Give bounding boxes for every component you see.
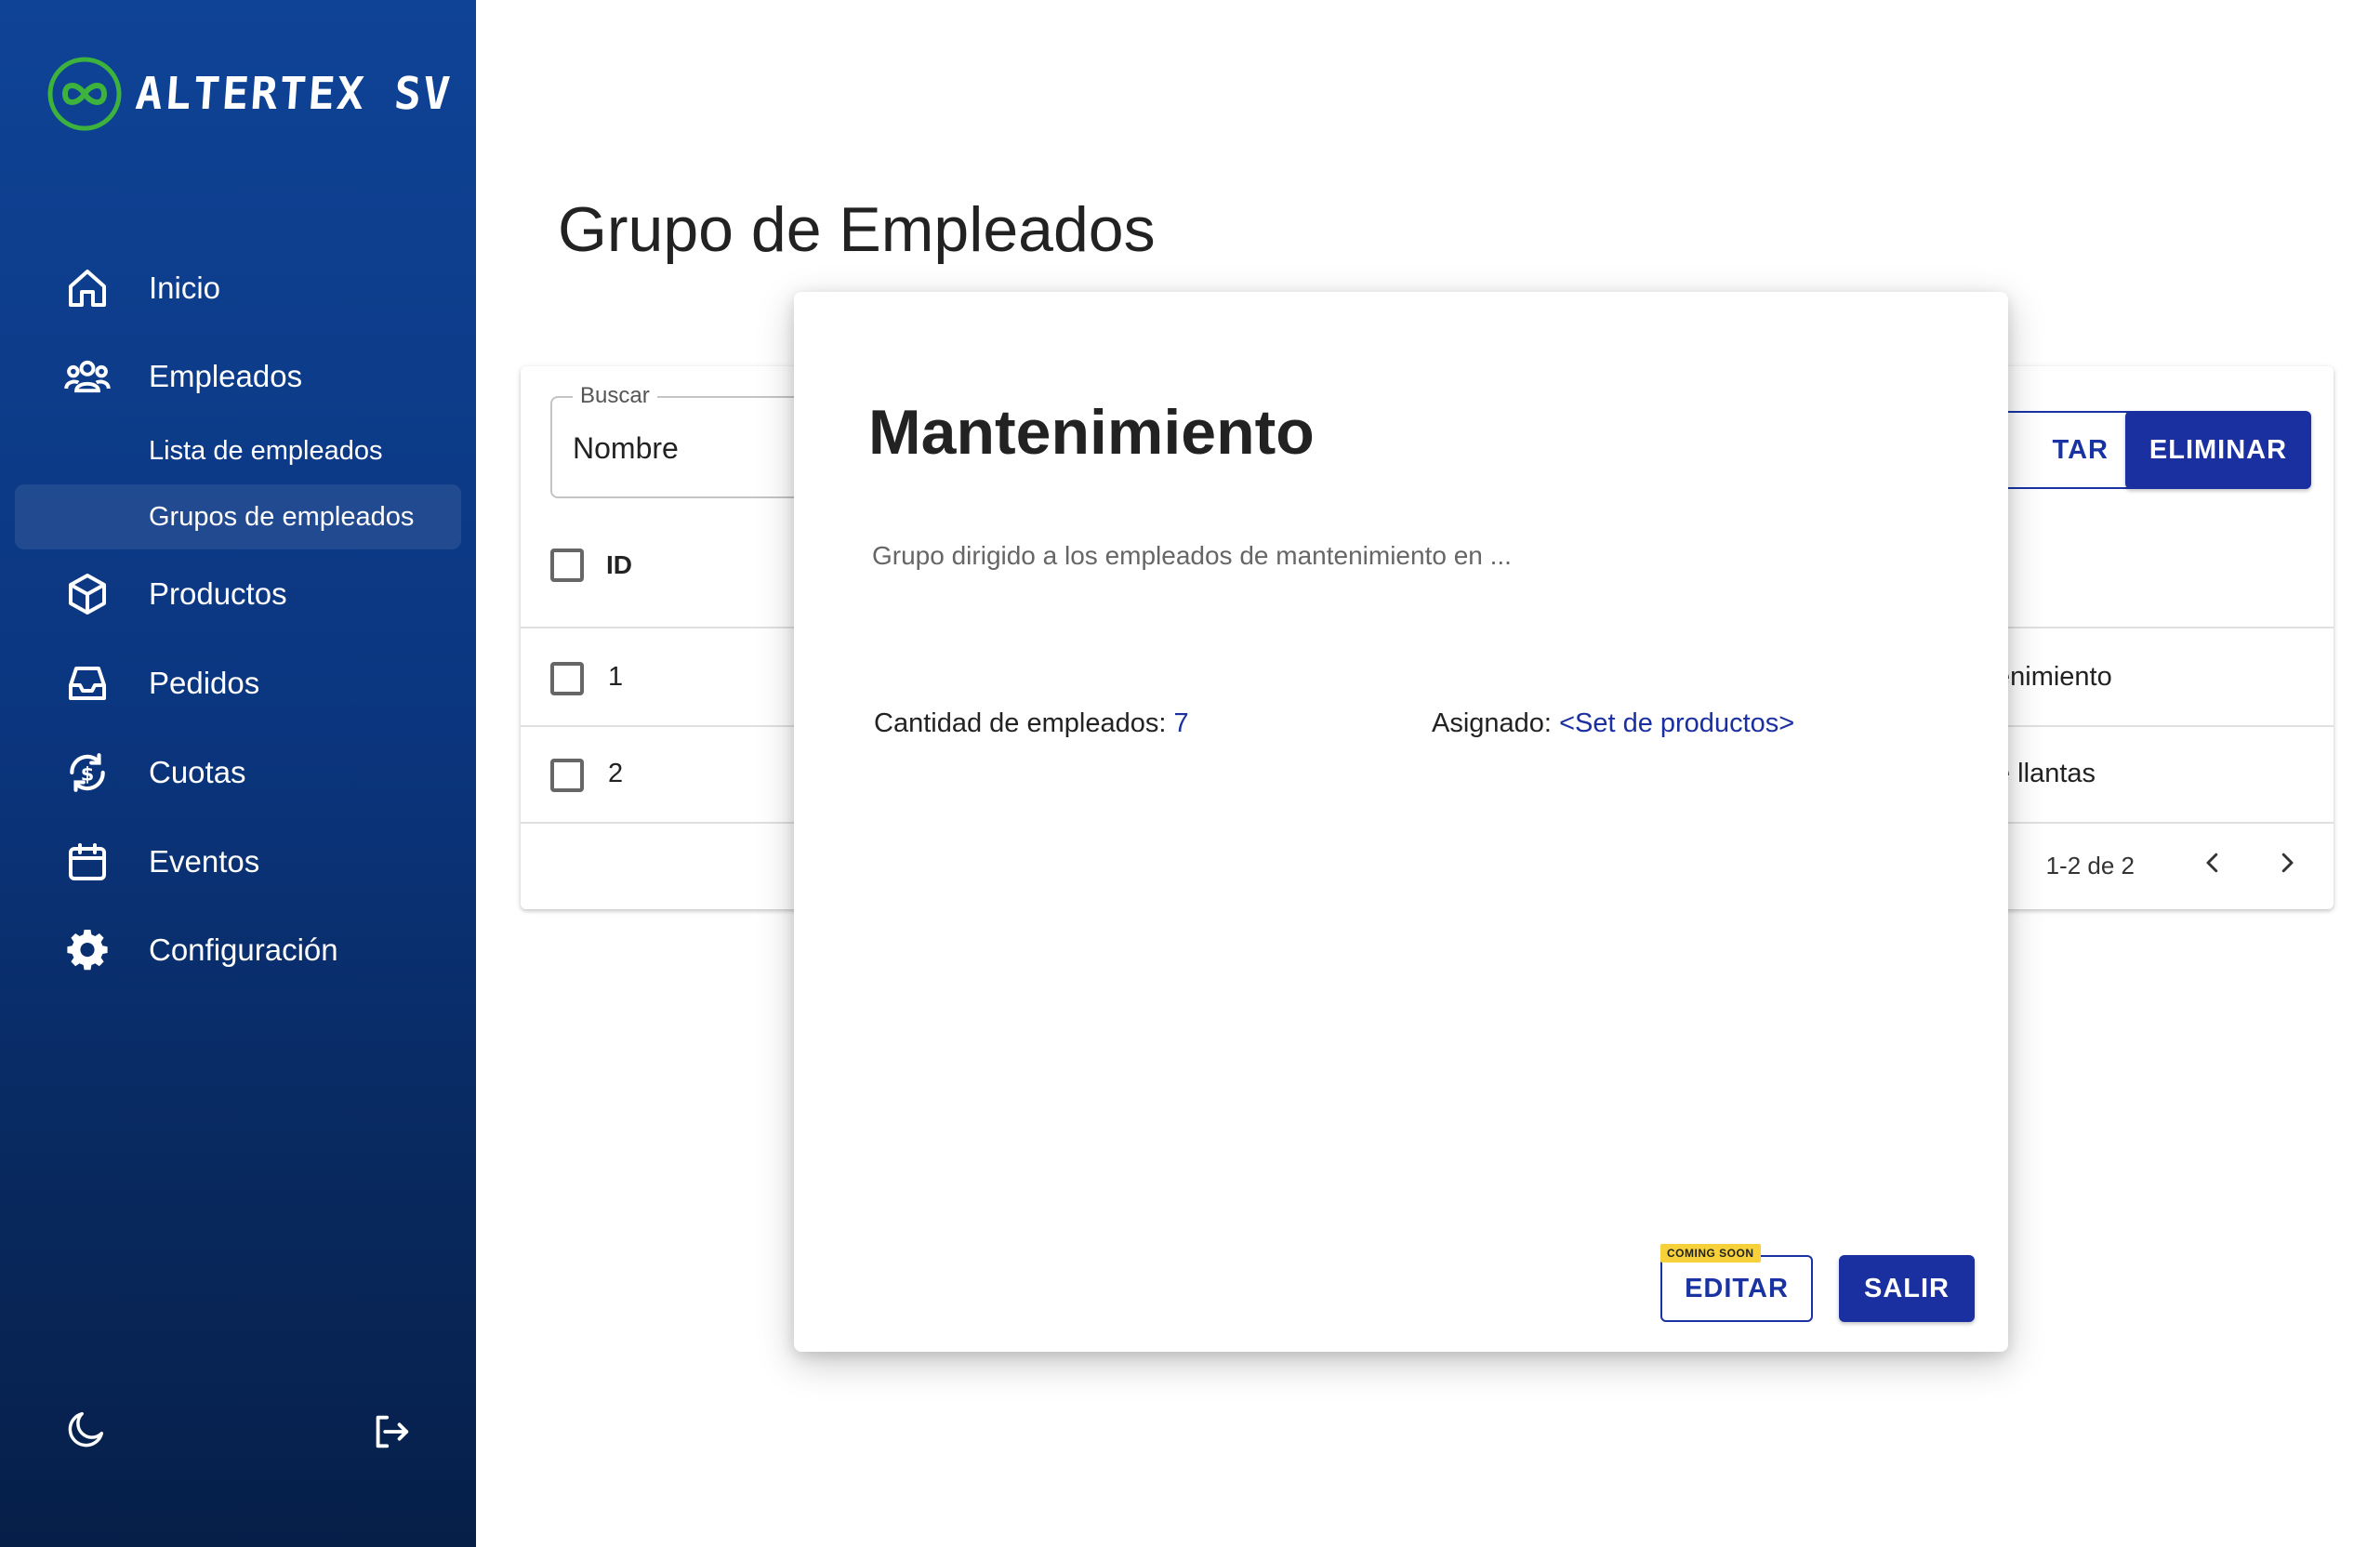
sidebar-subitem-grupos-de-empleados[interactable]: Grupos de empleados: [15, 484, 461, 549]
currency-cycle-icon: $: [63, 748, 112, 797]
row-id: 1: [608, 662, 624, 692]
pagination-range: 1-2 de 2: [2045, 852, 2135, 879]
sidebar: ALTERTEX SV Inicio Empleados Lista de em…: [0, 0, 476, 1547]
select-all-checkbox[interactable]: [550, 549, 584, 582]
users-icon: [63, 352, 112, 401]
dialog-exit-button[interactable]: SALIR: [1839, 1255, 1975, 1322]
box-icon: [63, 570, 112, 618]
chevron-left-icon[interactable]: [2188, 839, 2237, 887]
group-detail-dialog: Mantenimiento Grupo dirigido a los emple…: [794, 292, 2008, 1352]
logout-icon[interactable]: [363, 1404, 418, 1460]
row-checkbox[interactable]: [550, 759, 584, 792]
sidebar-item-cuotas[interactable]: $ Cuotas: [0, 740, 476, 805]
sidebar-subitem-label: Grupos de empleados: [149, 501, 415, 532]
svg-text:$: $: [81, 762, 95, 785]
sidebar-item-label: Inicio: [149, 271, 221, 305]
sidebar-item-configuracion[interactable]: Configuración: [0, 918, 476, 983]
sidebar-item-label: Eventos: [149, 844, 260, 879]
employee-count: Cantidad de empleados: 7: [874, 708, 1189, 739]
assigned-value-link[interactable]: <Set de productos>: [1559, 708, 1794, 738]
brand-logo[interactable]: ALTERTEX SV: [46, 56, 454, 132]
dialog-edit-label: EDITAR: [1685, 1273, 1789, 1303]
chevron-right-icon[interactable]: [2263, 839, 2311, 887]
column-header-id: ID: [606, 550, 632, 579]
infinity-logo-icon: [47, 57, 122, 131]
sidebar-item-label: Configuración: [149, 932, 338, 967]
search-legend: Buscar: [573, 383, 657, 409]
sidebar-item-inicio[interactable]: Inicio: [0, 256, 476, 321]
dialog-edit-button[interactable]: EDITAR: [1660, 1255, 1813, 1322]
dialog-description: Grupo dirigido a los empleados de manten…: [872, 541, 1512, 570]
inbox-icon: [63, 659, 112, 707]
employee-count-value: 7: [1173, 708, 1189, 738]
sidebar-subitem-label: Lista de empleados: [149, 435, 383, 466]
brand-name: ALTERTEX SV: [134, 68, 454, 120]
employee-count-label: Cantidad de empleados:: [874, 708, 1167, 738]
row-name: e llantas: [1995, 759, 2096, 788]
dialog-title: Mantenimiento: [868, 397, 1315, 468]
moon-icon[interactable]: [60, 1400, 115, 1456]
delete-button-label: ELIMINAR: [2149, 434, 2288, 465]
dialog-exit-label: SALIR: [1864, 1273, 1950, 1303]
edit-button-label: TAR: [2052, 434, 2109, 465]
calendar-icon: [63, 838, 112, 886]
sidebar-subitem-lista-de-empleados[interactable]: Lista de empleados: [15, 418, 461, 483]
delete-button[interactable]: ELIMINAR: [2125, 411, 2311, 489]
assigned-label: Asignado:: [1432, 708, 1552, 738]
home-icon: [63, 264, 112, 312]
sidebar-item-label: Empleados: [149, 359, 303, 393]
sidebar-item-label: Pedidos: [149, 666, 260, 700]
sidebar-item-pedidos[interactable]: Pedidos: [0, 651, 476, 716]
gear-icon: [63, 926, 112, 974]
assigned-info: Asignado: <Set de productos>: [1432, 708, 1794, 739]
sidebar-item-eventos[interactable]: Eventos: [0, 829, 476, 894]
page-title: Grupo de Empleados: [558, 194, 1156, 265]
sidebar-item-label: Cuotas: [149, 755, 246, 789]
sidebar-item-productos[interactable]: Productos: [0, 562, 476, 627]
coming-soon-badge: COMING SOON: [1660, 1244, 1761, 1263]
row-id: 2: [608, 759, 624, 788]
row-name: enimiento: [1995, 662, 2112, 692]
row-checkbox[interactable]: [550, 662, 584, 695]
sidebar-item-label: Productos: [149, 576, 287, 611]
sidebar-item-empleados[interactable]: Empleados: [0, 344, 476, 409]
